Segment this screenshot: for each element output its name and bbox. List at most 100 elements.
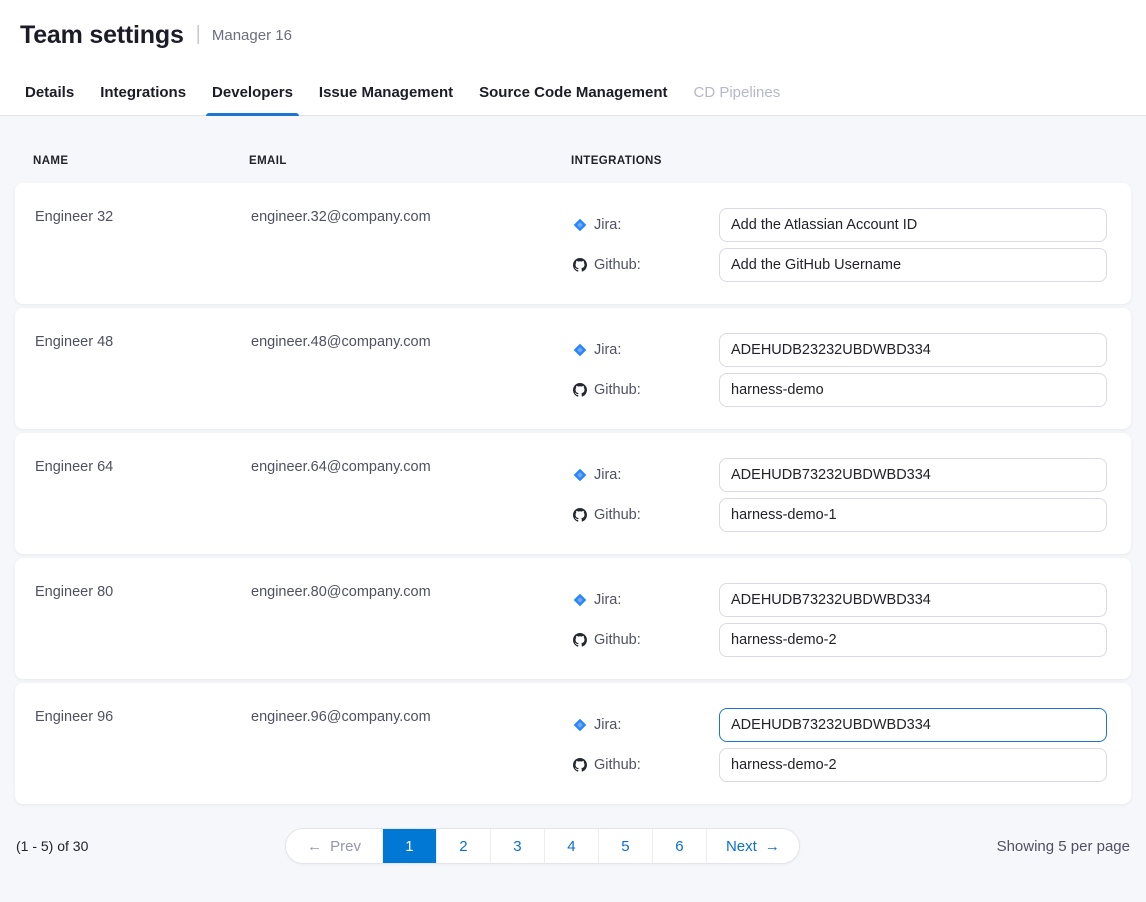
jira-label: Jira:: [573, 217, 719, 233]
developer-name: Engineer 32: [35, 208, 251, 304]
jira-icon: [573, 218, 587, 232]
pagination-bar: (1 - 5) of 30 ← Prev 1 2 3 4 5 6 Next → …: [15, 828, 1131, 864]
pager: ← Prev 1 2 3 4 5 6 Next →: [285, 828, 800, 864]
jira-label: Jira:: [573, 592, 719, 608]
github-label-text: Github:: [594, 257, 641, 273]
jira-line: Jira:: [573, 208, 1107, 242]
column-header-integrations: Integrations: [571, 155, 1107, 167]
prev-page-button[interactable]: ← Prev: [286, 829, 383, 863]
page-button-4[interactable]: 4: [545, 829, 599, 863]
github-icon: [573, 258, 587, 272]
jira-line: Jira:: [573, 708, 1107, 742]
github-label-text: Github:: [594, 382, 641, 398]
github-label: Github:: [573, 507, 719, 523]
page-header: Team settings | Manager 16: [0, 0, 1146, 70]
next-label: Next: [726, 838, 757, 855]
jira-line: Jira:: [573, 333, 1107, 367]
table-row: Engineer 64 engineer.64@company.com Jira…: [15, 433, 1131, 554]
jira-label: Jira:: [573, 342, 719, 358]
page-title: Team settings: [20, 21, 184, 50]
github-username-input[interactable]: [719, 498, 1107, 532]
table-row: Engineer 96 engineer.96@company.com Jira…: [15, 683, 1131, 804]
github-icon: [573, 383, 587, 397]
table-row: Engineer 32 engineer.32@company.com Jira…: [15, 183, 1131, 304]
developer-name: Engineer 96: [35, 708, 251, 804]
developers-panel: Name Email Integrations Engineer 32 engi…: [0, 116, 1146, 902]
left-arrow-icon: ←: [307, 838, 322, 855]
jira-label-text: Jira:: [594, 717, 621, 733]
tab-details[interactable]: Details: [19, 70, 80, 115]
table-row: Engineer 48 engineer.48@company.com Jira…: [15, 308, 1131, 429]
integrations-cell: Jira: Github:: [573, 208, 1107, 304]
integrations-cell: Jira: Github:: [573, 458, 1107, 554]
developer-name: Engineer 80: [35, 583, 251, 679]
active-tab-underline: [206, 113, 299, 116]
integrations-cell: Jira: Github:: [573, 333, 1107, 429]
jira-account-id-input[interactable]: [719, 333, 1107, 367]
developer-email: engineer.48@company.com: [251, 333, 573, 429]
developer-name: Engineer 48: [35, 333, 251, 429]
jira-icon: [573, 718, 587, 732]
github-username-input[interactable]: [719, 248, 1107, 282]
developer-name: Engineer 64: [35, 458, 251, 554]
page-button-6[interactable]: 6: [653, 829, 707, 863]
developer-email: engineer.32@company.com: [251, 208, 573, 304]
jira-label: Jira:: [573, 467, 719, 483]
jira-account-id-input[interactable]: [719, 208, 1107, 242]
github-label: Github:: [573, 632, 719, 648]
right-arrow-icon: →: [765, 838, 780, 855]
github-line: Github:: [573, 623, 1107, 657]
jira-label-text: Jira:: [594, 467, 621, 483]
jira-label-text: Jira:: [594, 342, 621, 358]
github-username-input[interactable]: [719, 373, 1107, 407]
jira-label-text: Jira:: [594, 592, 621, 608]
jira-line: Jira:: [573, 458, 1107, 492]
github-label-text: Github:: [594, 507, 641, 523]
page-button-5[interactable]: 5: [599, 829, 653, 863]
jira-icon: [573, 343, 587, 357]
page-button-3[interactable]: 3: [491, 829, 545, 863]
tab-integrations[interactable]: Integrations: [94, 70, 192, 115]
github-line: Github:: [573, 373, 1107, 407]
github-line: Github:: [573, 498, 1107, 532]
integrations-cell: Jira: Github:: [573, 708, 1107, 804]
page-subtitle: Manager 16: [212, 27, 292, 44]
github-label-text: Github:: [594, 632, 641, 648]
tab-details-label: Details: [25, 84, 74, 101]
developer-email: engineer.80@company.com: [251, 583, 573, 679]
pagination-range-text: (1 - 5) of 30: [16, 838, 88, 854]
github-label: Github:: [573, 382, 719, 398]
github-username-input[interactable]: [719, 748, 1107, 782]
table-header-row: Name Email Integrations: [15, 116, 1131, 183]
tab-integrations-label: Integrations: [100, 84, 186, 101]
page-button-2[interactable]: 2: [437, 829, 491, 863]
github-label: Github:: [573, 257, 719, 273]
tab-bar: Details Integrations Developers Issue Ma…: [0, 70, 1146, 116]
github-icon: [573, 508, 587, 522]
jira-account-id-input[interactable]: [719, 583, 1107, 617]
jira-label: Jira:: [573, 717, 719, 733]
github-line: Github:: [573, 248, 1107, 282]
next-page-button[interactable]: Next →: [707, 829, 799, 863]
tab-cd-pipelines-label: CD Pipelines: [694, 84, 781, 101]
github-line: Github:: [573, 748, 1107, 782]
jira-icon: [573, 593, 587, 607]
tab-developers[interactable]: Developers: [206, 70, 299, 115]
table-row: Engineer 80 engineer.80@company.com Jira…: [15, 558, 1131, 679]
prev-label: Prev: [330, 838, 361, 855]
tab-issue-management-label: Issue Management: [319, 84, 453, 101]
github-label-text: Github:: [594, 757, 641, 773]
column-header-name: Name: [33, 155, 249, 167]
jira-account-id-input[interactable]: [719, 458, 1107, 492]
github-username-input[interactable]: [719, 623, 1107, 657]
tab-developers-label: Developers: [212, 84, 293, 101]
jira-account-id-input-focused[interactable]: [719, 708, 1107, 742]
per-page-text: Showing 5 per page: [997, 838, 1130, 855]
tab-issue-management[interactable]: Issue Management: [313, 70, 459, 115]
page-button-1[interactable]: 1: [383, 829, 437, 863]
tab-source-code-management[interactable]: Source Code Management: [473, 70, 673, 115]
integrations-cell: Jira: Github:: [573, 583, 1107, 679]
github-icon: [573, 758, 587, 772]
title-separator: |: [196, 23, 201, 46]
tab-cd-pipelines: CD Pipelines: [688, 70, 787, 115]
